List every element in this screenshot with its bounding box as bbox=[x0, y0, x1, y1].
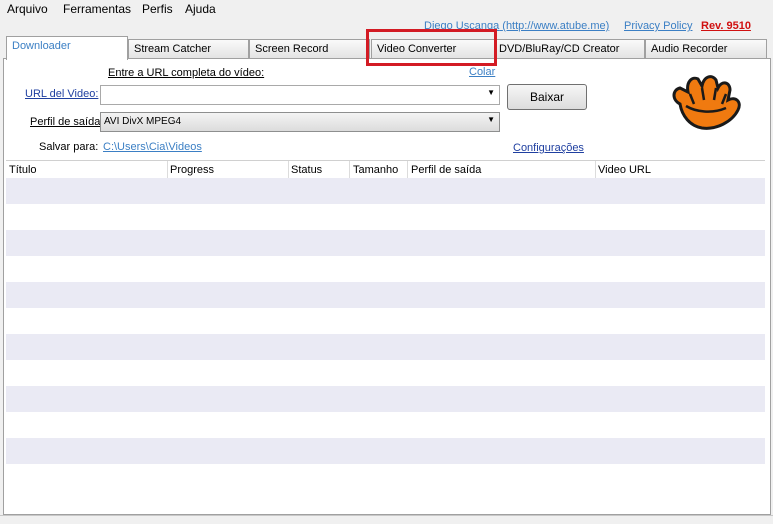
profile-label: Perfil de saída bbox=[30, 116, 101, 128]
empty-table-row bbox=[6, 451, 765, 464]
empty-table-row bbox=[6, 321, 765, 334]
menu-perfis[interactable]: Perfis bbox=[142, 2, 173, 16]
url-input[interactable]: ▼ bbox=[100, 85, 500, 105]
empty-table-row bbox=[6, 425, 765, 438]
empty-table-row bbox=[6, 217, 765, 230]
col-video-url[interactable]: Video URL bbox=[598, 164, 651, 176]
author-link[interactable]: Diego Uscanga (http://www.atube.me) bbox=[424, 20, 609, 32]
menu-ajuda[interactable]: Ajuda bbox=[185, 2, 216, 16]
dropdown-arrow-icon[interactable]: ▼ bbox=[487, 88, 495, 97]
empty-table-row bbox=[6, 399, 765, 412]
profile-select[interactable]: AVI DivX MPEG4 ▼ bbox=[100, 112, 500, 132]
empty-table-row bbox=[6, 412, 765, 425]
empty-table-row bbox=[6, 269, 765, 282]
column-divider[interactable] bbox=[595, 161, 596, 178]
menu-arquivo[interactable]: Arquivo bbox=[7, 2, 48, 16]
downloads-table-header: Título Progress Status Tamanho Perfil de… bbox=[6, 160, 765, 178]
menu-bar: Arquivo Ferramentas Perfis Ajuda bbox=[0, 0, 773, 18]
col-tamanho[interactable]: Tamanho bbox=[353, 164, 398, 176]
empty-table-row bbox=[6, 295, 765, 308]
settings-link[interactable]: Configurações bbox=[513, 142, 584, 154]
privacy-policy-link[interactable]: Privacy Policy bbox=[624, 20, 692, 32]
empty-table-row bbox=[6, 204, 765, 217]
col-status[interactable]: Status bbox=[291, 164, 322, 176]
paste-link[interactable]: Colar bbox=[469, 66, 495, 78]
empty-table-row bbox=[6, 464, 765, 477]
empty-table-row bbox=[6, 334, 765, 347]
atube-hand-logo-icon bbox=[672, 75, 741, 130]
empty-table-row bbox=[6, 191, 765, 204]
column-divider[interactable] bbox=[407, 161, 408, 178]
tab-downloader[interactable]: Downloader bbox=[6, 36, 128, 60]
revision-link[interactable]: Rev. 9510 bbox=[701, 20, 751, 32]
save-label: Salvar para: bbox=[39, 141, 99, 153]
empty-table-row bbox=[6, 477, 765, 490]
downloads-table-body[interactable] bbox=[6, 178, 765, 490]
empty-table-row bbox=[6, 230, 765, 243]
empty-table-row bbox=[6, 347, 765, 360]
tab-video-converter[interactable]: Video Converter bbox=[371, 39, 495, 58]
dropdown-arrow-icon[interactable]: ▼ bbox=[487, 115, 495, 124]
tab-dvd-creator[interactable]: DVD/BluRay/CD Creator bbox=[495, 39, 645, 58]
column-divider[interactable] bbox=[288, 161, 289, 178]
tab-stream-catcher[interactable]: Stream Catcher bbox=[128, 39, 249, 58]
column-divider[interactable] bbox=[349, 161, 350, 178]
menu-ferramentas[interactable]: Ferramentas bbox=[63, 2, 131, 16]
empty-table-row bbox=[6, 386, 765, 399]
empty-table-row bbox=[6, 243, 765, 256]
empty-table-row bbox=[6, 178, 765, 191]
column-divider[interactable] bbox=[167, 161, 168, 178]
site-url: (http://www.atube.me) bbox=[502, 20, 610, 32]
url-hint: Entre a URL completa do vídeo: bbox=[108, 67, 265, 79]
col-progress[interactable]: Progress bbox=[170, 164, 214, 176]
download-button[interactable]: Baixar bbox=[507, 84, 587, 110]
empty-table-row bbox=[6, 373, 765, 386]
tab-audio-recorder[interactable]: Audio Recorder bbox=[645, 39, 767, 58]
author-name: Diego Uscanga bbox=[424, 20, 500, 32]
empty-table-row bbox=[6, 360, 765, 373]
col-titulo[interactable]: Título bbox=[9, 164, 37, 176]
save-path-link[interactable]: C:\Users\Cia\Videos bbox=[103, 141, 202, 153]
url-label[interactable]: URL del Video: bbox=[25, 88, 98, 100]
empty-table-row bbox=[6, 256, 765, 269]
empty-table-row bbox=[6, 282, 765, 295]
empty-table-row bbox=[6, 308, 765, 321]
profile-value: AVI DivX MPEG4 bbox=[104, 116, 182, 127]
col-perfil[interactable]: Perfil de saída bbox=[411, 164, 481, 176]
tab-screen-record[interactable]: Screen Record bbox=[249, 39, 370, 58]
empty-table-row bbox=[6, 438, 765, 451]
